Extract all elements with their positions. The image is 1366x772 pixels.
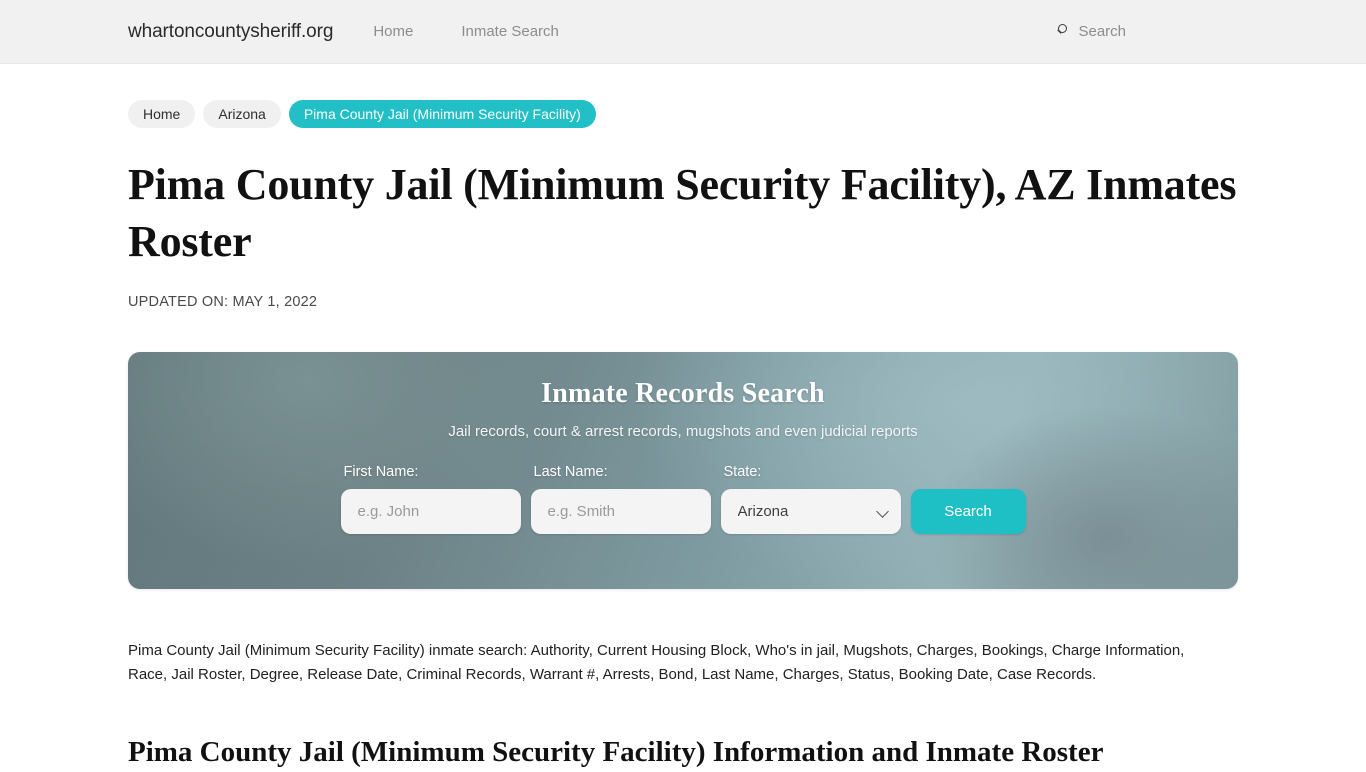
nav-item-inmate-search[interactable]: Inmate Search bbox=[461, 23, 559, 40]
site-brand[interactable]: whartoncountysheriff.org bbox=[128, 21, 333, 43]
state-select[interactable]: Arizona bbox=[720, 489, 901, 535]
page-content: Home Arizona Pima County Jail (Minimum S… bbox=[128, 64, 1238, 772]
last-name-input[interactable] bbox=[530, 489, 711, 535]
page-title: Pima County Jail (Minimum Security Facil… bbox=[128, 160, 1237, 267]
state-label: State: bbox=[723, 464, 762, 481]
site-header: whartoncountysheriff.org Home Inmate Sea… bbox=[0, 0, 1366, 64]
header-inner: whartoncountysheriff.org Home Inmate Sea… bbox=[128, 21, 1238, 43]
first-name-label: First Name: bbox=[343, 464, 419, 481]
state-select-wrap: Arizona bbox=[720, 489, 901, 535]
breadcrumb-item-arizona[interactable]: Arizona bbox=[203, 100, 281, 128]
search-icon bbox=[1056, 24, 1071, 39]
updated-on-text: UPDATED ON: MAY 1, 2022 bbox=[128, 294, 318, 311]
search-panel-title: Inmate Records Search bbox=[541, 378, 825, 410]
breadcrumb: Home Arizona Pima County Jail (Minimum S… bbox=[128, 100, 1238, 128]
header-search-trigger[interactable]: Search bbox=[1056, 23, 1126, 40]
search-panel-subtitle: Jail records, court & arrest records, mu… bbox=[448, 423, 918, 441]
inmate-search-form: First Name: Last Name: State: Arizona Se… bbox=[128, 464, 1238, 535]
inmate-records-search-panel: Inmate Records Search Jail records, cour… bbox=[128, 352, 1238, 590]
first-name-field-group: First Name: bbox=[340, 464, 521, 535]
main-nav: Home Inmate Search bbox=[373, 23, 559, 40]
nav-item-home[interactable]: Home bbox=[373, 23, 413, 40]
state-field-group: State: Arizona bbox=[720, 464, 901, 535]
last-name-field-group: Last Name: bbox=[530, 464, 711, 535]
breadcrumb-item-home[interactable]: Home bbox=[128, 100, 196, 128]
intro-paragraph: Pima County Jail (Minimum Security Facil… bbox=[128, 642, 1185, 684]
section-heading: Pima County Jail (Minimum Security Facil… bbox=[128, 736, 1104, 769]
first-name-input[interactable] bbox=[340, 489, 521, 535]
header-search-label: Search bbox=[1078, 23, 1126, 40]
breadcrumb-item-current[interactable]: Pima County Jail (Minimum Security Facil… bbox=[288, 100, 596, 128]
last-name-label: Last Name: bbox=[533, 464, 608, 481]
search-submit-button[interactable]: Search bbox=[910, 489, 1026, 535]
